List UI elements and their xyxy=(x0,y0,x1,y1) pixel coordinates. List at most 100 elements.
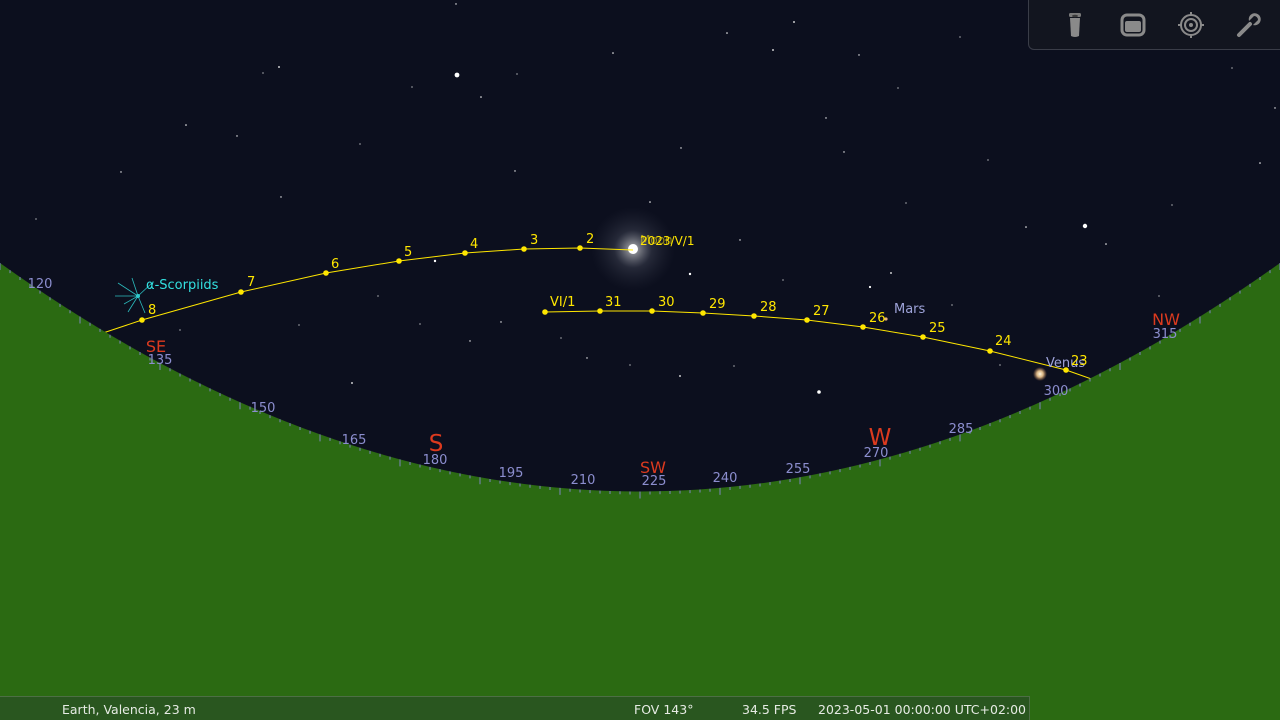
track-dot[interactable] xyxy=(649,308,655,314)
track-dot[interactable] xyxy=(462,250,468,256)
star xyxy=(825,117,827,119)
star xyxy=(999,364,1001,366)
track-dot[interactable] xyxy=(238,289,244,295)
track-dot[interactable] xyxy=(597,308,603,314)
track-dot[interactable] xyxy=(920,334,926,340)
star xyxy=(262,72,264,74)
star xyxy=(411,86,413,88)
moon-date-label: 2023/V/1 xyxy=(640,234,694,248)
azimuth-label: 150 xyxy=(251,401,276,416)
star xyxy=(359,143,361,145)
track-date-label: 6 xyxy=(331,257,339,272)
star xyxy=(35,218,37,220)
star xyxy=(772,49,774,51)
cardinal-label: NW xyxy=(1152,310,1180,329)
track-date-label: 31 xyxy=(605,295,622,310)
star xyxy=(890,272,892,274)
moon-track-line-lower xyxy=(544,310,1101,383)
cardinal-label: W xyxy=(869,425,892,451)
track-dot[interactable] xyxy=(139,317,145,323)
star xyxy=(454,72,460,78)
azimuth-label: 165 xyxy=(342,433,367,448)
track-dot[interactable] xyxy=(700,310,706,316)
azimuth-label: 315 xyxy=(1153,327,1178,342)
star xyxy=(1105,243,1107,245)
star xyxy=(679,375,681,377)
track-date-label: 24 xyxy=(995,334,1012,349)
star xyxy=(817,390,821,394)
toolbar xyxy=(1028,0,1280,50)
target-button[interactable] xyxy=(1173,8,1209,42)
star xyxy=(905,202,907,204)
azimuth-label: 300 xyxy=(1044,384,1069,399)
track-dot[interactable] xyxy=(860,324,866,330)
star xyxy=(1231,67,1233,69)
azimuth-label: 240 xyxy=(713,471,738,486)
window-icon xyxy=(1120,13,1146,37)
track-date-label: 3 xyxy=(530,233,538,248)
wrench-icon xyxy=(1237,13,1261,37)
track-date-label: VI/1 xyxy=(550,295,575,310)
fov-text: FOV 143° xyxy=(634,702,694,717)
venus-marker[interactable] xyxy=(1033,367,1047,381)
sky-view[interactable]: Moon 2023/V/1 α-Scorpiids Mars Venus 120… xyxy=(0,0,1280,720)
track-date-label: 5 xyxy=(404,245,412,260)
star xyxy=(782,279,784,281)
settings-button[interactable] xyxy=(1231,8,1267,42)
mars-label[interactable]: Mars xyxy=(894,302,926,317)
cardinal-label: SW xyxy=(640,458,666,477)
star xyxy=(868,285,872,289)
star xyxy=(298,324,300,326)
star xyxy=(793,21,795,23)
star xyxy=(680,147,682,149)
star-field xyxy=(35,3,1276,394)
location-text[interactable]: Earth, Valencia, 23 m xyxy=(62,702,196,717)
track-date-label: 26 xyxy=(869,311,886,326)
star xyxy=(586,357,588,359)
azimuth-label: 120 xyxy=(28,277,53,292)
star xyxy=(649,201,651,203)
track-dot[interactable] xyxy=(521,246,527,252)
star xyxy=(351,382,353,384)
track-date-label: 23 xyxy=(1071,354,1088,369)
track-date-label: 29 xyxy=(709,297,726,312)
moon-disk[interactable] xyxy=(628,244,638,254)
star xyxy=(629,364,631,366)
star xyxy=(455,3,457,5)
star xyxy=(1025,226,1027,228)
telescope-button[interactable] xyxy=(1057,8,1093,42)
star xyxy=(897,87,899,89)
track-date-label: 28 xyxy=(760,300,777,315)
datetime-text[interactable]: 2023-05-01 00:00:00 UTC+02:00 xyxy=(818,702,1026,717)
star xyxy=(120,171,122,173)
star xyxy=(280,196,282,198)
fullscreen-button[interactable] xyxy=(1115,8,1151,42)
track-dot[interactable] xyxy=(804,317,810,323)
star xyxy=(179,329,181,331)
fps-text: 34.5 FPS xyxy=(742,702,797,717)
azimuth-label: 285 xyxy=(949,422,974,437)
star xyxy=(469,340,471,342)
track-dot[interactable] xyxy=(323,270,329,276)
star xyxy=(236,135,238,137)
star xyxy=(733,365,735,367)
star xyxy=(185,124,187,126)
star xyxy=(987,159,989,161)
track-dot[interactable] xyxy=(577,245,583,251)
star xyxy=(739,239,741,241)
star xyxy=(726,32,728,34)
star xyxy=(419,323,421,325)
azimuth-label: 210 xyxy=(571,473,596,488)
star xyxy=(1082,223,1088,229)
star xyxy=(843,151,845,153)
track-date-label: 7 xyxy=(247,275,255,290)
star xyxy=(560,337,562,339)
meteor-shower-label[interactable]: α-Scorpiids xyxy=(146,278,219,293)
star xyxy=(688,272,692,276)
star xyxy=(959,36,961,38)
track-dot[interactable] xyxy=(542,309,548,315)
track-dot[interactable] xyxy=(751,313,757,319)
telescope-icon xyxy=(1069,13,1081,37)
track-dot[interactable] xyxy=(987,348,993,354)
track-dot[interactable] xyxy=(396,258,402,264)
